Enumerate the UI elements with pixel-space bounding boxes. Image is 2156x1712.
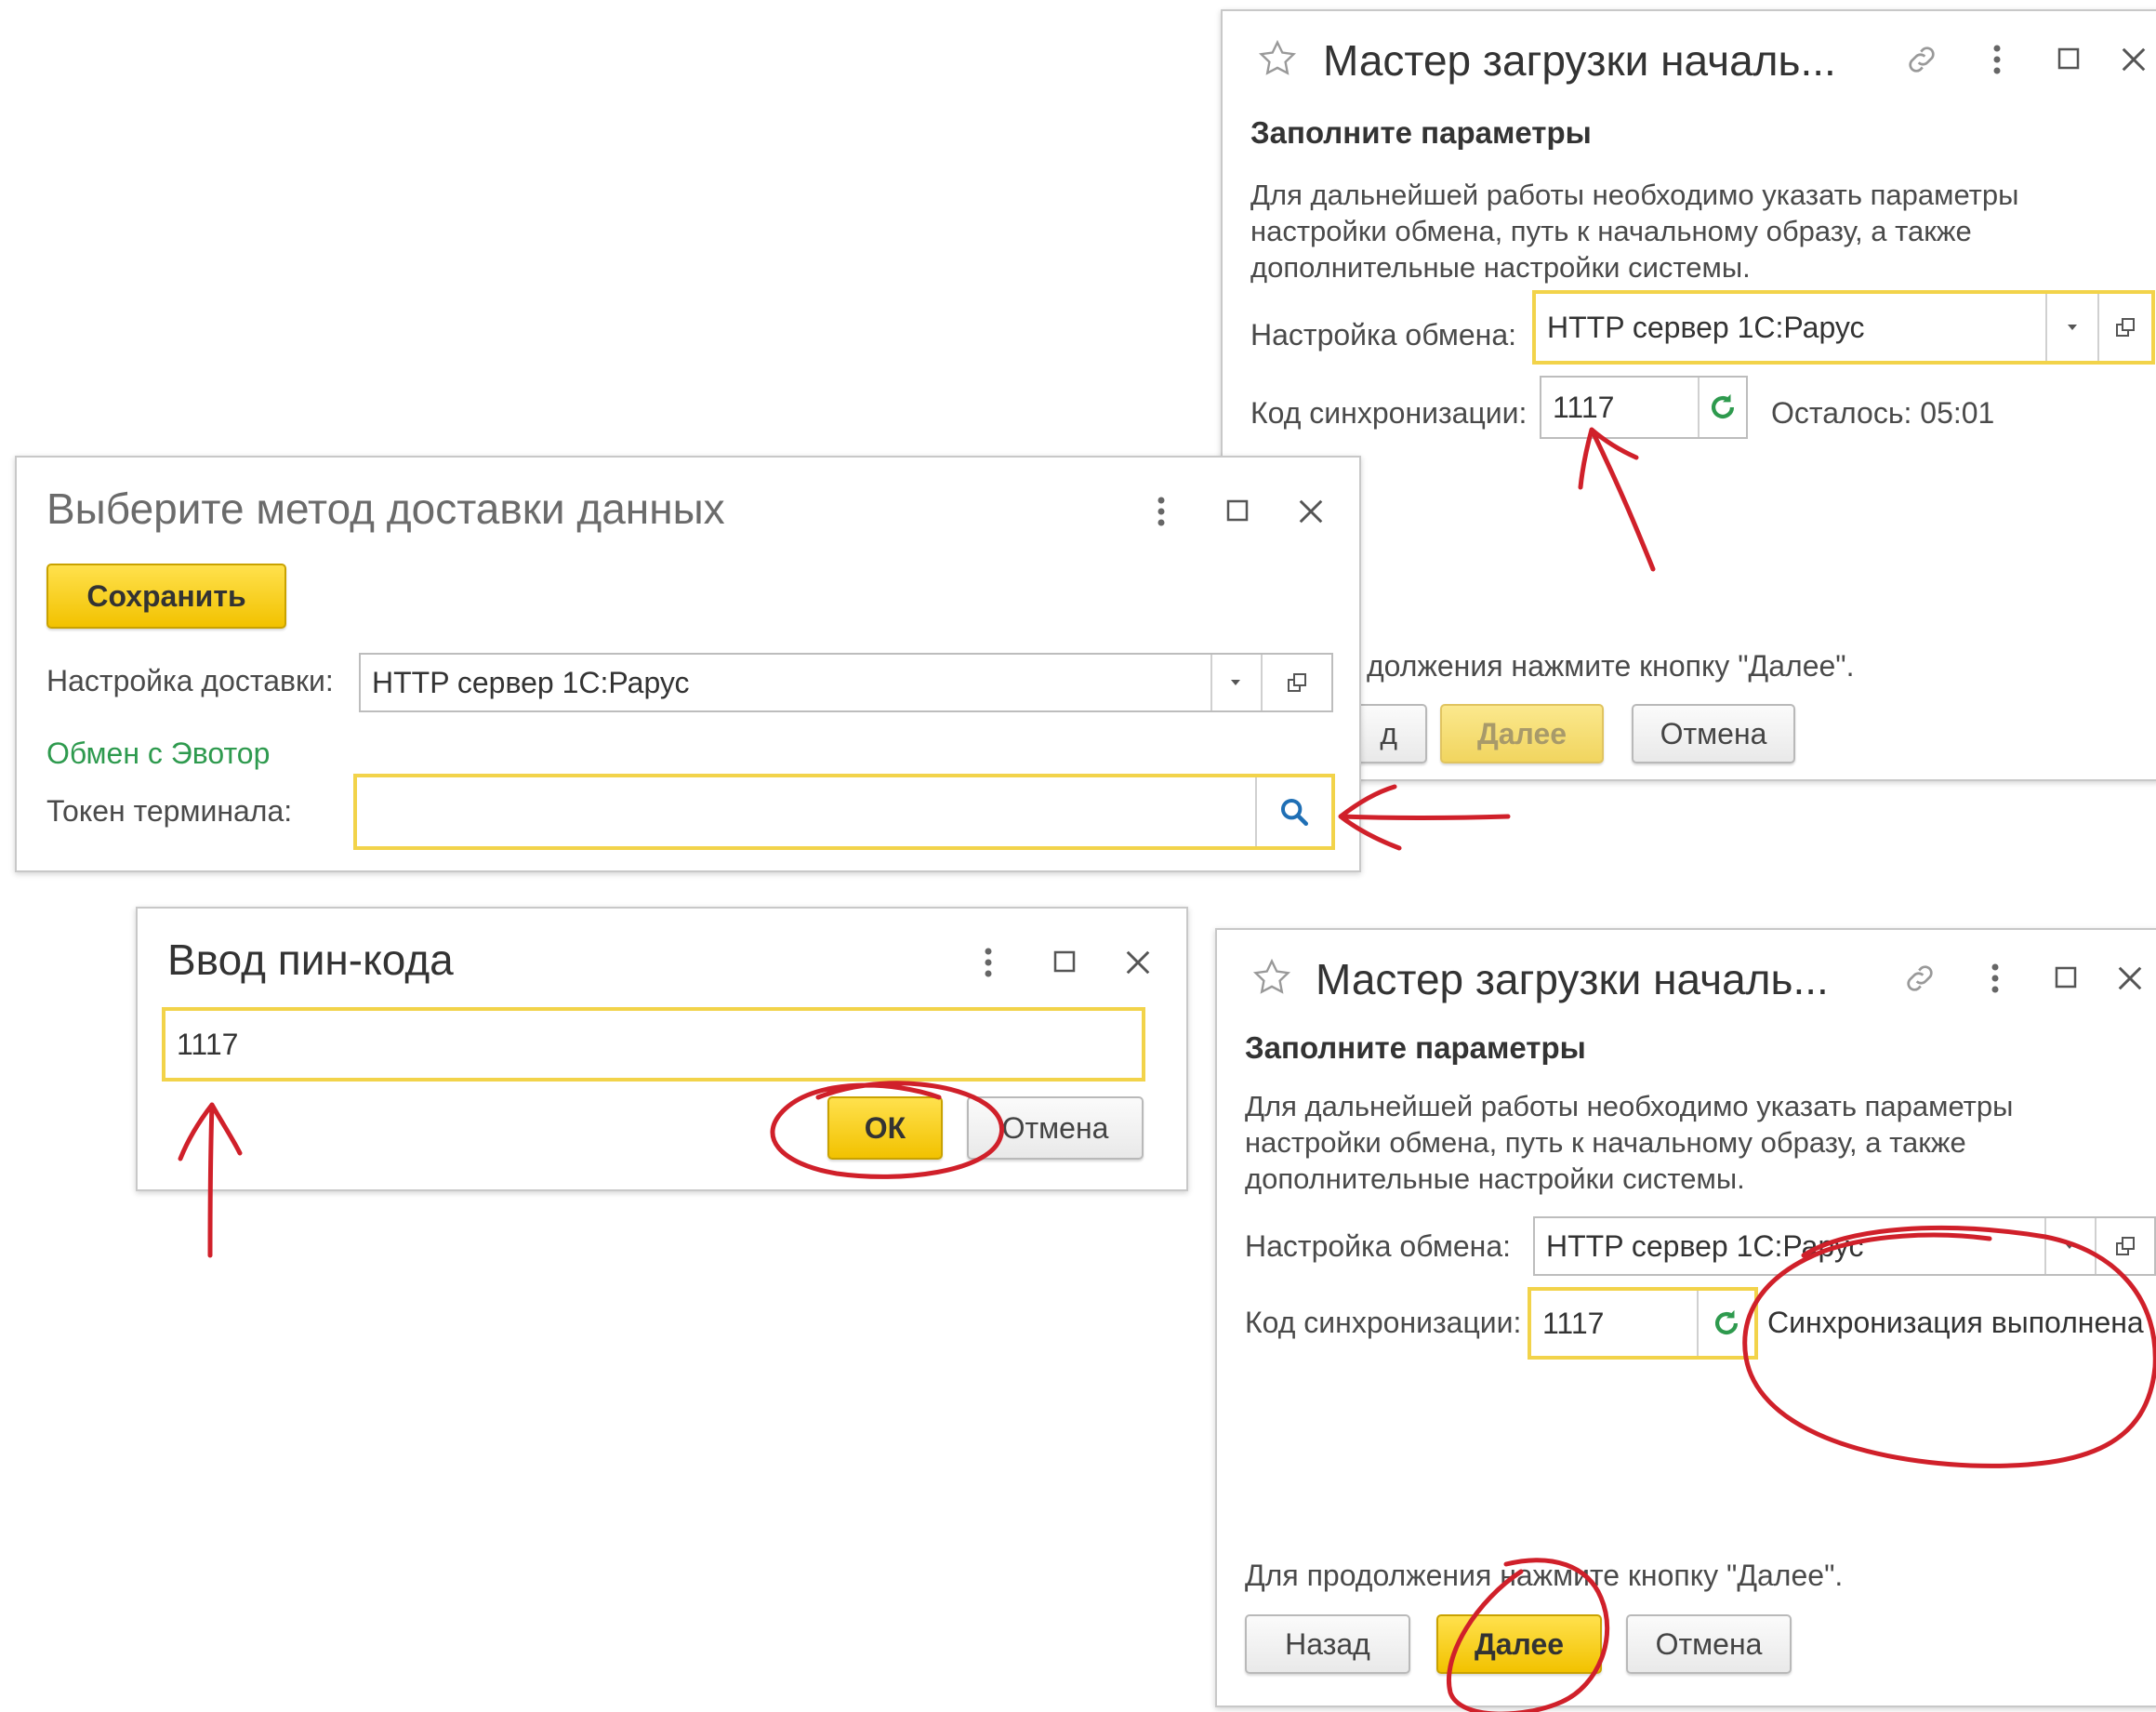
arrow-to-pin-field [178, 1102, 243, 1258]
circle-next-button [1447, 1558, 1610, 1712]
arrow-to-sync-code [1578, 427, 1656, 572]
circle-sync-status [1742, 1225, 2156, 1468]
annotations-overlay [178, 427, 2156, 1712]
circle-ok-button [770, 1081, 1004, 1179]
arrow-to-token-field [1338, 784, 1511, 851]
